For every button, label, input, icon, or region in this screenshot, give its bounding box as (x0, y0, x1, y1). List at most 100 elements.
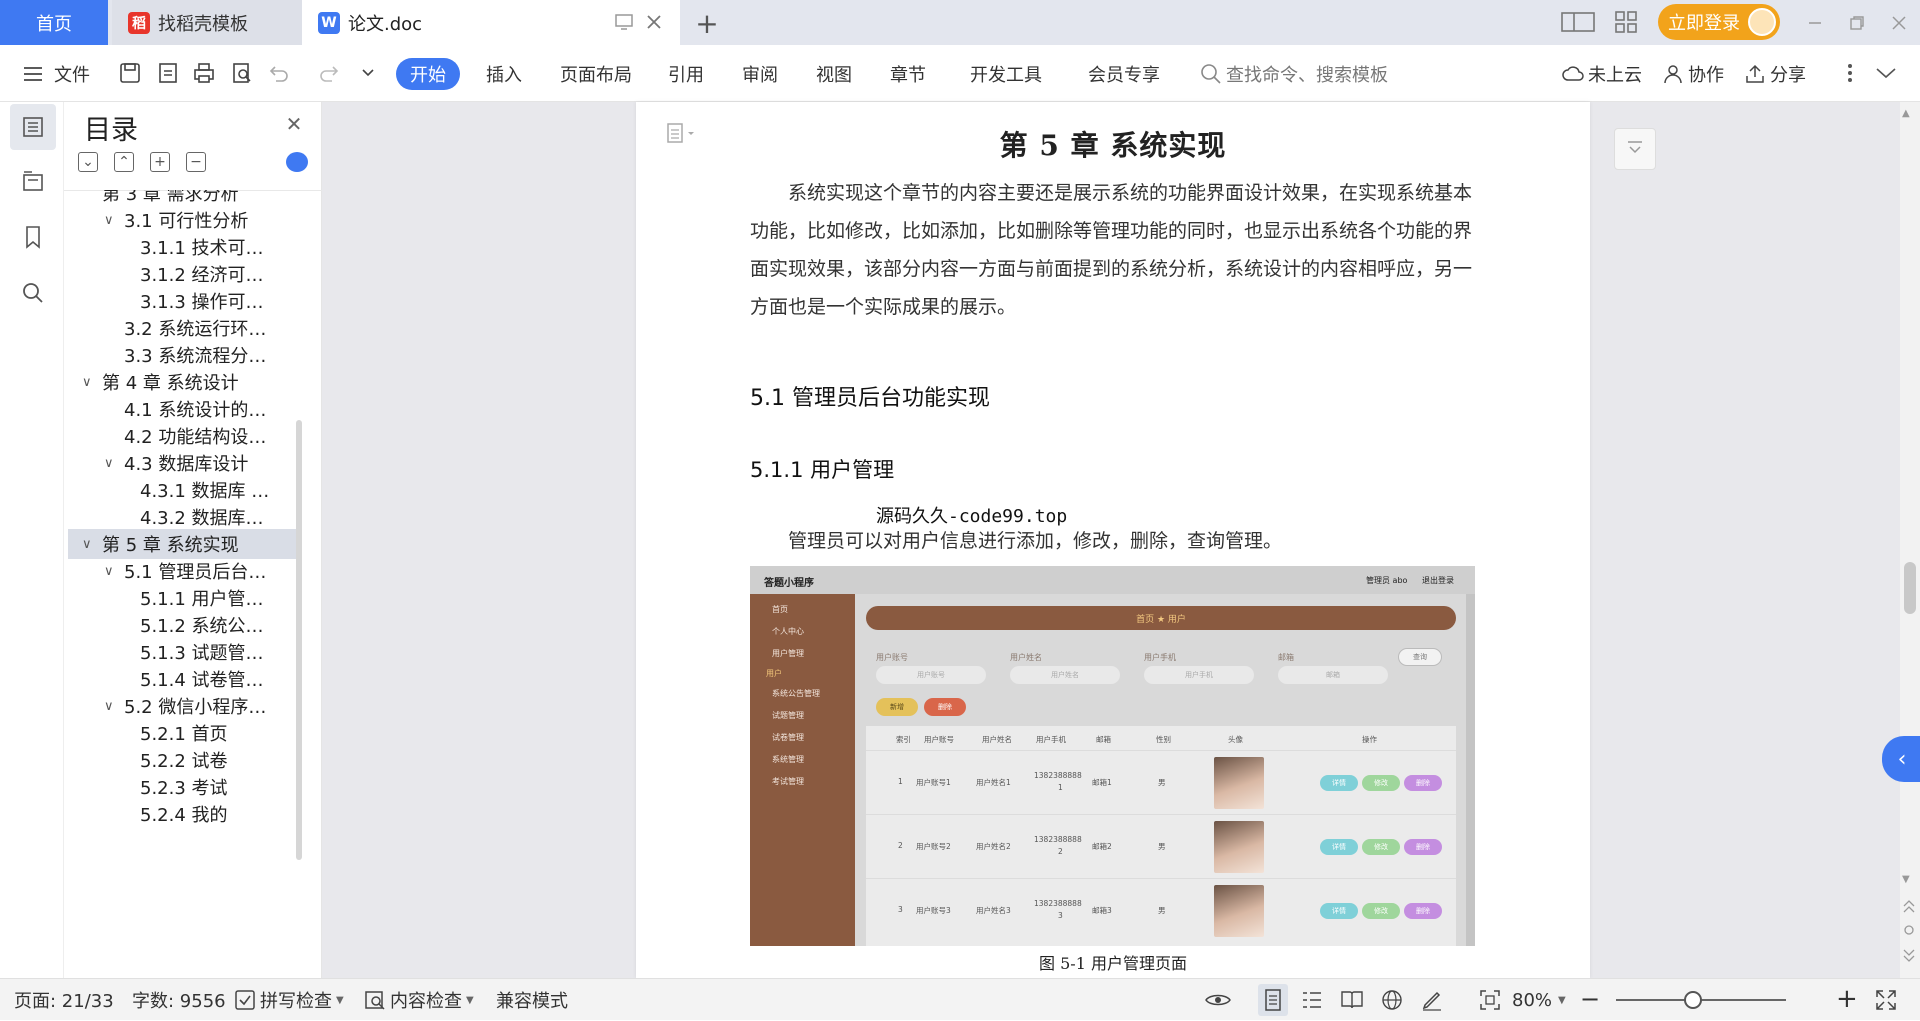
page-nav-icon[interactable] (1900, 896, 1918, 966)
toc-item[interactable]: 5.2.2 试卷 (68, 745, 300, 775)
toc-item[interactable]: 3.1.3 操作可… (68, 286, 300, 316)
reading-view-icon[interactable] (1340, 988, 1364, 1012)
zoom-level-dropdown[interactable]: 80% ▼ (1512, 979, 1566, 1021)
chevron-down-icon[interactable]: ∨ (82, 375, 96, 390)
ribbon-tab-insert[interactable]: 插入 (486, 45, 522, 102)
ribbon-tab-member[interactable]: 会员专享 (1088, 45, 1160, 102)
toc-item[interactable]: 5.2.1 首页 (68, 718, 300, 748)
toc-item[interactable]: ∨ 4.3 数据库设计 (68, 448, 300, 478)
expand-level-icon[interactable]: ⌃ (114, 152, 134, 172)
page-count[interactable]: 页面: 21/33 (14, 979, 114, 1021)
tab-document[interactable]: W 论文.doc (302, 0, 680, 45)
login-button[interactable]: 立即登录 (1658, 4, 1780, 40)
collapse-all-icon[interactable]: ⌄ (78, 152, 98, 172)
chevron-down-icon[interactable]: ∨ (104, 213, 118, 228)
minimize-icon[interactable] (1802, 10, 1828, 36)
zoom-in-icon[interactable]: + (1836, 986, 1858, 1012)
save-icon[interactable] (116, 59, 144, 87)
toc-item[interactable]: 5.1.3 试题管… (68, 637, 300, 667)
page-view-icon[interactable] (1258, 984, 1288, 1016)
ribbon-tab-start[interactable]: 开始 (396, 58, 460, 90)
layout-toggle-icon[interactable] (1560, 10, 1596, 34)
scroll-down-icon[interactable]: ▼ (1902, 874, 1916, 888)
ribbon-tab-chapter[interactable]: 章节 (890, 45, 926, 102)
fit-page-icon[interactable] (1478, 988, 1502, 1012)
apps-grid-icon[interactable] (1614, 10, 1638, 34)
toc-item[interactable]: 5.1.2 系统公… (68, 610, 300, 640)
bookmark-icon[interactable] (10, 214, 56, 260)
file-menu-button[interactable]: 文件 (22, 45, 90, 102)
print-icon[interactable] (190, 59, 218, 87)
toc-item[interactable]: ∨ 5.2 微信小程序… (68, 691, 300, 721)
pen-icon[interactable] (1420, 988, 1444, 1012)
collaborate-button[interactable]: 协作 (1662, 45, 1724, 102)
new-tab-button[interactable]: + (690, 6, 724, 40)
spell-check-button[interactable]: 拼写检查 ▼ (234, 979, 344, 1021)
chevron-down-icon[interactable]: ∨ (104, 564, 118, 579)
outline-view-icon[interactable] (1300, 988, 1324, 1012)
toc-item[interactable]: 3.2 系统运行环… (68, 313, 300, 343)
toc-item[interactable]: 5.2.3 考试 (68, 772, 300, 802)
find-icon[interactable] (10, 270, 56, 316)
toc-item[interactable]: ∨ 第 5 章 系统实现 (68, 529, 300, 559)
add-heading-icon[interactable]: + (150, 152, 170, 172)
chevron-down-icon[interactable]: ∨ (82, 537, 96, 552)
word-count[interactable]: 字数: 9556 (132, 979, 226, 1021)
close-tab-icon[interactable] (644, 12, 664, 32)
smart-toc-icon[interactable] (286, 152, 308, 172)
toc-panel-icon[interactable] (10, 104, 56, 150)
toc-item[interactable]: 4.3.1 数据库 … (68, 475, 300, 505)
ribbon-tab-layout[interactable]: 页面布局 (560, 45, 632, 102)
fullscreen-icon[interactable] (1874, 988, 1898, 1012)
toc-item[interactable]: ∨ 5.1 管理员后台… (68, 556, 300, 586)
toc-item[interactable]: ∨ 3.1 可行性分析 (68, 205, 300, 235)
undo-icon[interactable] (266, 59, 294, 87)
share-button[interactable]: 分享 (1744, 45, 1806, 102)
cloud-status-button[interactable]: 未上云 (1562, 45, 1642, 102)
content-check-button[interactable]: 内容检查 ▼ (364, 979, 474, 1021)
export-pdf-icon[interactable] (154, 59, 182, 87)
toc-item[interactable]: 4.3.2 数据库… (68, 502, 300, 532)
vertical-scroll-thumb[interactable] (1904, 562, 1916, 614)
remove-heading-icon[interactable]: − (186, 152, 206, 172)
monitor-icon[interactable] (614, 13, 634, 31)
page-settings-icon[interactable] (1614, 128, 1656, 170)
toc-item[interactable]: 3.1.1 技术可… (68, 232, 300, 262)
shot-table-row: 1 用户账号1 用户姓名1 1382388888 1 邮箱1 男 详情 修改 删除 (866, 750, 1456, 814)
toc-item[interactable]: 3.3 系统流程分… (68, 340, 300, 370)
chevron-left-icon[interactable]: ‹ (1882, 736, 1920, 782)
print-preview-icon[interactable] (228, 59, 256, 87)
scroll-up-icon[interactable]: ▲ (1902, 108, 1916, 122)
collapse-ribbon-icon[interactable] (1872, 59, 1900, 87)
toc-item[interactable]: ∨ 第 4 章 系统设计 (68, 367, 300, 397)
chevron-down-icon[interactable]: ∨ (104, 456, 118, 471)
ribbon-tab-view[interactable]: 视图 (816, 45, 852, 102)
toc-scrollbar[interactable] (296, 420, 302, 860)
tab-template[interactable]: 稻 找稻壳模板 (112, 0, 302, 45)
vertical-scrollbar[interactable] (1900, 102, 1920, 978)
eye-protect-icon[interactable] (1204, 988, 1232, 1012)
zoom-slider-handle[interactable] (1684, 991, 1702, 1009)
toc-item[interactable]: 5.2.4 我的 (68, 799, 300, 829)
ribbon-tab-developer[interactable]: 开发工具 (970, 45, 1042, 102)
toc-item[interactable]: 5.1.4 试卷管… (68, 664, 300, 694)
more-quick-icon[interactable] (354, 59, 382, 87)
close-window-icon[interactable] (1886, 10, 1912, 36)
redo-icon[interactable] (316, 59, 344, 87)
close-icon[interactable]: ✕ (282, 112, 306, 136)
document-page[interactable]: 第 5 章 系统实现 系统实现这个章节的内容主要还是展示系统的功能界面设计效果，… (636, 102, 1590, 978)
toc-item[interactable]: 4.1 系统设计的… (68, 394, 300, 424)
toc-item[interactable]: 4.2 功能结构设… (68, 421, 300, 451)
restore-icon[interactable] (1844, 10, 1870, 36)
ribbon-tab-reference[interactable]: 引用 (668, 45, 704, 102)
zoom-out-icon[interactable]: − (1580, 987, 1600, 1012)
toc-item[interactable]: 5.1.1 用户管… (68, 583, 300, 613)
nav-pane-icon[interactable] (10, 158, 56, 204)
toc-item[interactable]: 3.1.2 经济可… (68, 259, 300, 289)
tab-home[interactable]: 首页 (0, 0, 108, 45)
web-view-icon[interactable] (1380, 988, 1404, 1012)
more-vertical-icon[interactable] (1836, 59, 1864, 87)
command-search[interactable]: 查找命令、搜索模板 (1200, 45, 1420, 102)
ribbon-tab-review[interactable]: 审阅 (742, 45, 778, 102)
chevron-down-icon[interactable]: ∨ (104, 699, 118, 714)
